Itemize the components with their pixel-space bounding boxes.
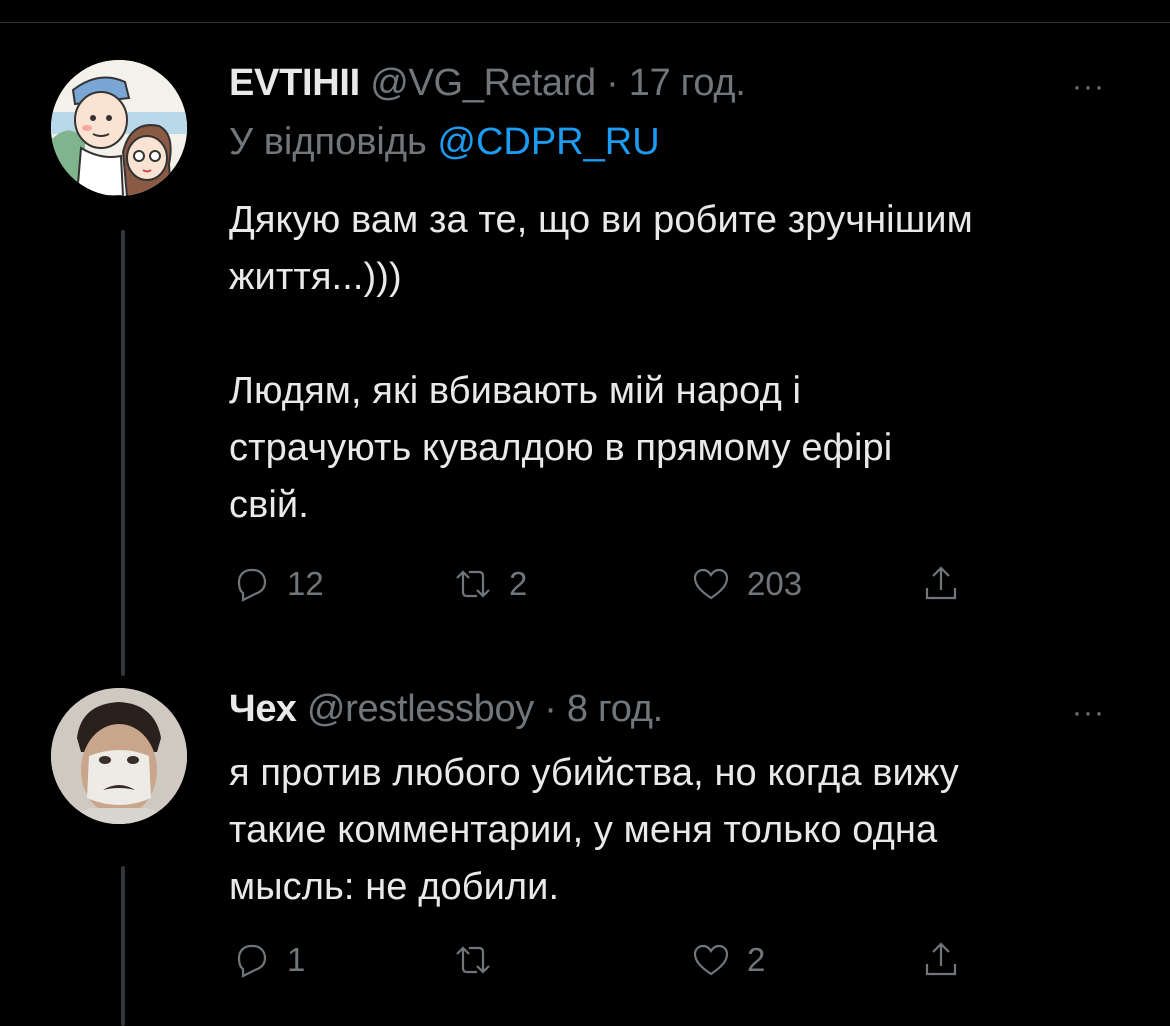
share-icon <box>925 566 957 600</box>
reply-button[interactable]: 12 <box>229 560 324 608</box>
like-icon <box>693 568 729 600</box>
timestamp[interactable]: 8 год. <box>567 688 663 730</box>
share-button[interactable] <box>919 936 963 984</box>
top-divider <box>0 22 1170 23</box>
timestamp[interactable]: 17 год. <box>629 62 746 104</box>
thread-line <box>121 230 125 676</box>
share-icon <box>925 942 957 976</box>
avatar-illustration <box>51 60 187 196</box>
like-count: 2 <box>747 941 766 978</box>
tweet-header: Чех @restlessboy · 8 год. <box>229 688 663 731</box>
reply-icon <box>237 944 267 978</box>
share-button[interactable] <box>919 560 963 608</box>
retweet-icon <box>456 570 490 598</box>
separator: · <box>606 62 619 104</box>
reply-button[interactable]: 1 <box>229 936 305 984</box>
tweet-text: я против любого убийства, но когда вижу … <box>229 752 959 908</box>
like-button[interactable]: 203 <box>689 560 802 608</box>
display-name[interactable]: Чех <box>229 688 297 730</box>
avatar-photo <box>51 688 187 824</box>
handle[interactable]: @VG_Retard <box>370 62 596 104</box>
handle[interactable]: @restlessboy <box>307 688 534 730</box>
reply-icon <box>237 568 267 602</box>
separator: · <box>544 688 557 730</box>
avatar[interactable] <box>51 688 187 824</box>
retweet-button[interactable]: 2 <box>451 560 527 608</box>
avatar[interactable] <box>51 60 187 196</box>
retweet-button[interactable] <box>451 936 509 984</box>
reply-prefix: У відповідь <box>229 121 438 163</box>
display-name[interactable]: EVTIHII <box>229 62 360 104</box>
reply-context: У відповідь @CDPR_RU <box>229 121 660 164</box>
thread-line <box>121 866 125 1026</box>
tweet-text: Дякую вам за те, що ви робите зручнішим … <box>229 199 973 526</box>
more-options-icon[interactable]: ··· <box>1072 696 1105 730</box>
reply-mention-link[interactable]: @CDPR_RU <box>437 121 659 163</box>
retweet-count: 2 <box>509 565 528 602</box>
tweet-header: EVTIHII @VG_Retard · 17 год. <box>229 62 746 105</box>
reply-count: 1 <box>287 941 306 978</box>
more-options-icon[interactable]: ··· <box>1072 70 1105 104</box>
reply-count: 12 <box>287 565 324 602</box>
like-count: 203 <box>747 565 803 602</box>
like-icon <box>693 944 729 976</box>
like-button[interactable]: 2 <box>689 936 765 984</box>
retweet-icon <box>456 946 490 974</box>
